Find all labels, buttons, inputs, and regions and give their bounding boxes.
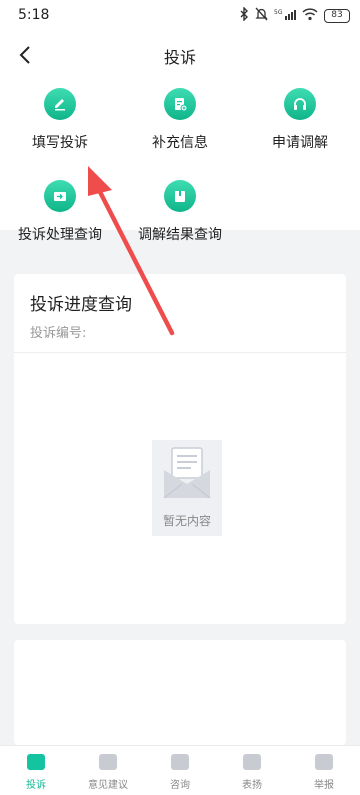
complaint-nav-icon bbox=[27, 754, 45, 770]
header: 投诉 bbox=[0, 32, 360, 78]
suggestion-nav-icon bbox=[99, 754, 117, 770]
nav-label: 表扬 bbox=[242, 780, 262, 791]
network-label: 5G bbox=[274, 9, 283, 16]
progress-query-card: 投诉进度查询 投诉编号: 暂无内容 bbox=[14, 274, 346, 624]
report-nav-icon bbox=[315, 754, 333, 770]
nav-item-complaint[interactable]: 投诉 bbox=[0, 746, 72, 795]
headset-icon bbox=[284, 88, 316, 120]
secondary-card bbox=[14, 640, 346, 745]
service-label: 投诉处理查询 bbox=[18, 227, 102, 243]
service-label: 补充信息 bbox=[152, 135, 208, 151]
nav-item-praise[interactable]: 表扬 bbox=[216, 746, 288, 795]
status-time: 5:18 bbox=[18, 7, 50, 23]
empty-envelope-icon bbox=[163, 447, 211, 499]
service-apply-mediation[interactable]: 申请调解 bbox=[240, 78, 360, 151]
nav-label: 意见建议 bbox=[88, 780, 128, 791]
complaint-number-label: 投诉编号: bbox=[30, 326, 87, 341]
services-grid: 填写投诉 补充信息 申请调解 投诉处理查询 调解结果查询 bbox=[0, 78, 360, 243]
battery-indicator: 83 bbox=[324, 8, 350, 23]
service-supplement-info[interactable]: 补充信息 bbox=[120, 78, 240, 151]
nav-item-consult[interactable]: 咨询 bbox=[144, 746, 216, 795]
service-mediation-result-query[interactable]: 调解结果查询 bbox=[120, 170, 240, 243]
card-title: 投诉进度查询 bbox=[30, 295, 132, 315]
nav-item-suggestion[interactable]: 意见建议 bbox=[72, 746, 144, 795]
status-bar: 5:18 5G 83 bbox=[0, 0, 360, 32]
service-fill-complaint[interactable]: 填写投诉 bbox=[0, 78, 120, 151]
service-complaint-processing-query[interactable]: 投诉处理查询 bbox=[0, 170, 120, 243]
bottom-nav: 投诉 意见建议 咨询 表扬 举报 bbox=[0, 745, 360, 795]
document-add-icon bbox=[164, 88, 196, 120]
status-icons: 5G 83 bbox=[239, 6, 350, 24]
nav-item-report[interactable]: 举报 bbox=[288, 746, 360, 795]
consult-nav-icon bbox=[171, 754, 189, 770]
bluetooth-icon bbox=[239, 6, 249, 24]
empty-state: 暂无内容 bbox=[152, 440, 222, 536]
nav-label: 举报 bbox=[314, 780, 334, 791]
service-label: 申请调解 bbox=[272, 135, 328, 151]
mute-bell-icon bbox=[255, 7, 268, 24]
nav-label: 投诉 bbox=[26, 780, 46, 791]
divider bbox=[14, 352, 346, 353]
screen: 5:18 5G 83 投诉 填写投诉 补充信息 申请调解 投诉处理查询 调解结果… bbox=[0, 0, 360, 795]
praise-nav-icon bbox=[243, 754, 261, 770]
book-icon bbox=[164, 180, 196, 212]
folder-arrow-icon bbox=[44, 180, 76, 212]
page-title: 投诉 bbox=[163, 48, 196, 67]
nav-label: 咨询 bbox=[170, 780, 190, 791]
wifi-icon bbox=[302, 7, 318, 24]
empty-text: 暂无内容 bbox=[162, 514, 211, 528]
edit-pen-icon bbox=[44, 88, 76, 120]
signal-icon: 5G bbox=[274, 7, 296, 24]
service-label: 调解结果查询 bbox=[138, 227, 222, 243]
service-label: 填写投诉 bbox=[32, 135, 88, 151]
